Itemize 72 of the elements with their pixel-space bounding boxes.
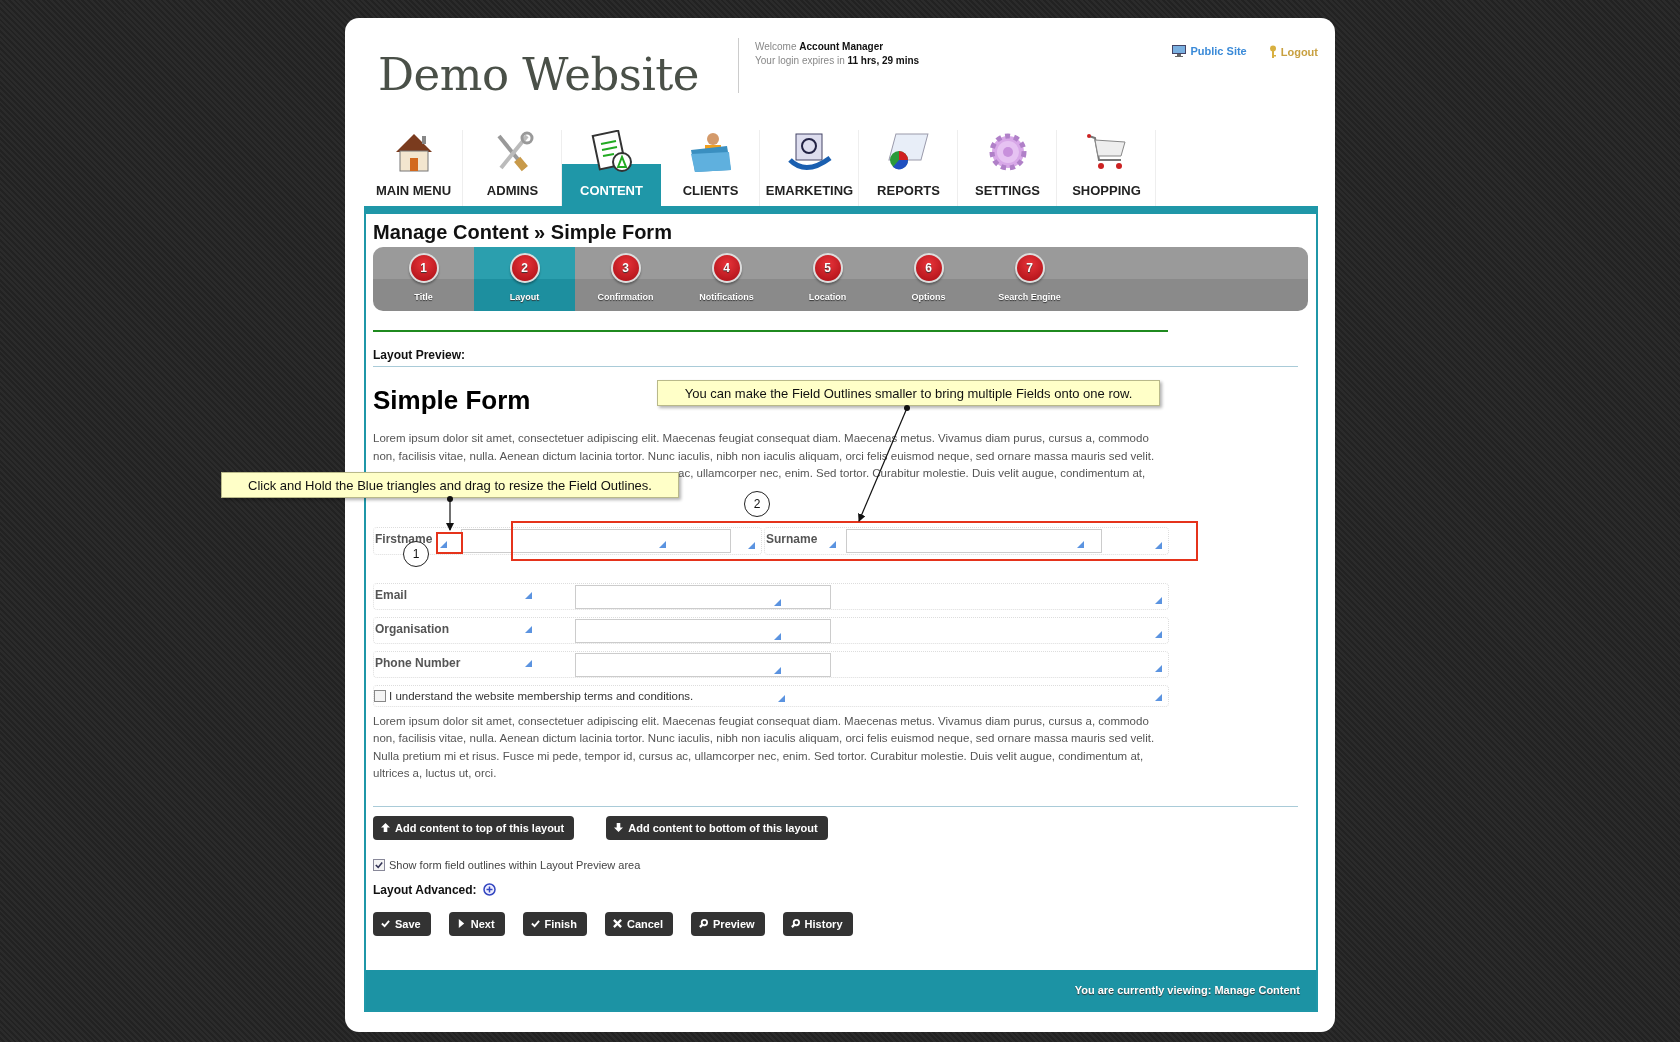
login-expiry-text: Your login expires in 11 hrs, 29 mins <box>755 54 921 68</box>
public-site-link[interactable]: Public Site <box>1172 45 1247 57</box>
play-icon <box>456 919 466 928</box>
resize-handle-icon[interactable] <box>774 598 781 606</box>
page-title: Manage Content » Simple Form <box>373 220 672 244</box>
action-button[interactable]: History <box>782 911 853 936</box>
checkbox[interactable] <box>373 858 385 871</box>
key-icon <box>1268 45 1277 58</box>
check-icon <box>530 919 540 928</box>
body-text: Lorem ipsum dolor sit amet, consectetuer adipiscing elit. Maecenas feugiat consequat diam. Maecenas metus. Vivamus diam purus, cursus a, commodo non, facilisis vitae, nulla. Aenean dictum lacinia tortor. Nunc iaculis, nibh non iaculis aliquam, orci felis euismod neque, sed ornare massa mauris sed velit. Nulla pretium mi et risus. Fusce mi pede, tempor id, cursus ac, ullamcorper nec, enim. Sed tortor. Curabitur molestie. Duis velit augue, condimentum at, ultrices a, luctus ut, orci. <box>373 713 1156 781</box>
action-button[interactable]: Cancel <box>604 911 673 936</box>
step-tab[interactable]: 2 Layout <box>474 247 575 311</box>
check-icon <box>381 919 390 928</box>
resize-handle-icon[interactable] <box>659 540 666 548</box>
action-button[interactable]: Save <box>373 911 431 936</box>
resize-handle-icon[interactable] <box>1155 693 1162 701</box>
step-tab[interactable]: 6 Options <box>878 247 979 311</box>
field-label: Organisation <box>375 621 449 636</box>
footer-text: You are currently viewing: Manage Content <box>1074 983 1300 996</box>
step-tab[interactable]: 5 Location <box>777 247 878 311</box>
resize-handle-icon[interactable] <box>440 540 447 548</box>
step-tab[interactable]: 1 Title <box>373 247 474 311</box>
checkbox[interactable] <box>374 689 386 702</box>
callout-note: You can make the Field Outlines smaller to bring multiple Fields onto one row. <box>657 380 1160 406</box>
resize-handle-icon[interactable] <box>829 540 836 548</box>
resize-handle-icon[interactable] <box>525 591 532 599</box>
intro-text: non, facilisis vitae, nulla. Aenean dictum lacinia tortor. Nunc iaculis, nibh non iaculis aliquam, orci felis euismod neque, sed ornare massa mauris sed velit. <box>373 448 1156 464</box>
text-input[interactable] <box>575 652 831 677</box>
callout-note: Click and Hold the Blue triangles and drag to resize the Field Outlines. <box>221 472 679 498</box>
checkbox-label: I understand the website membership terms and conditions. <box>389 689 694 702</box>
resize-handle-icon[interactable] <box>774 666 781 674</box>
step-marker: 2 <box>744 491 770 517</box>
welcome-text: Welcome Account Manager <box>755 40 885 54</box>
arrow-down-icon <box>614 823 624 832</box>
text-input[interactable] <box>575 618 831 643</box>
layout-advanced-label: Layout Advanced: <box>373 882 477 897</box>
search-icon <box>790 919 800 928</box>
resize-handle-icon[interactable] <box>1155 664 1162 672</box>
step-tab[interactable]: 4 Notifications <box>676 247 777 311</box>
resize-handle-icon[interactable] <box>525 659 532 667</box>
action-button[interactable]: Preview <box>691 911 765 936</box>
close-icon <box>612 919 622 928</box>
monitor-icon <box>1172 45 1187 57</box>
field-label: Surname <box>766 531 818 546</box>
resize-handle-icon[interactable] <box>525 625 532 633</box>
resize-handle-icon[interactable] <box>1155 596 1162 604</box>
resize-handle-icon[interactable] <box>748 541 755 549</box>
highlight-frame <box>436 532 463 554</box>
resize-handle-icon[interactable] <box>778 694 785 702</box>
resize-handle-icon[interactable] <box>1155 630 1162 638</box>
expand-icon[interactable] <box>482 883 496 896</box>
resize-handle-icon[interactable] <box>774 632 781 640</box>
add-content-button[interactable]: Add content to top of this layout <box>373 815 575 840</box>
arrow-up-icon <box>381 823 390 832</box>
resize-handle-icon[interactable] <box>1155 541 1162 549</box>
site-title: Demo Website <box>378 48 700 101</box>
field-label: Email <box>375 587 407 602</box>
add-content-button[interactable]: Add content to bottom of this layout <box>606 815 828 840</box>
action-button[interactable]: Next <box>448 911 505 936</box>
search-icon <box>699 919 708 928</box>
resize-handle-icon[interactable] <box>1077 540 1084 548</box>
pointer-arrow <box>446 496 454 531</box>
field-label: Phone Number <box>375 655 461 670</box>
section-heading: Layout Preview: <box>373 348 466 362</box>
step-tab[interactable]: 3 Confirmation <box>575 247 676 311</box>
text-input[interactable] <box>846 528 1102 553</box>
step-tab[interactable]: 7 Search Engine <box>979 247 1080 311</box>
action-button[interactable]: Finish <box>522 911 587 936</box>
text-input[interactable] <box>575 584 831 609</box>
checkbox-label: Show form field outlines within Layout Preview area <box>389 858 641 871</box>
text-input[interactable] <box>461 528 731 553</box>
form-title: Simple Form <box>373 385 531 415</box>
